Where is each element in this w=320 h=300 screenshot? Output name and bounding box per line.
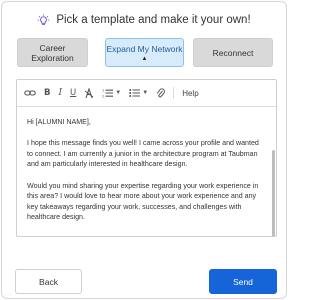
template-label: Reconnect [212,47,254,58]
message-editor[interactable]: B I U 1 2 ▼ ▼ Help Hi [ALUMNI NAME], I h… [16,79,277,237]
italic-icon[interactable]: I [58,86,62,100]
message-greeting: Hi [ALUMNI NAME], [27,118,91,126]
editor-scrollbar[interactable] [272,150,275,236]
template-label: Expand My Network [106,43,183,54]
lightbulb-icon [37,13,50,25]
editor-toolbar: B I U 1 2 ▼ ▼ Help [17,80,276,107]
svg-text:1: 1 [102,89,104,93]
clear-format-icon[interactable] [84,86,94,100]
message-paragraph: Would you mind sharing your expertise re… [27,181,259,222]
template-career-exploration[interactable]: Career Exploration [17,38,88,67]
bold-icon[interactable]: B [44,86,50,100]
svg-text:2: 2 [102,95,104,99]
template-label: Career Exploration [31,42,74,63]
chevron-down-icon: ▼ [142,90,149,96]
help-button[interactable]: Help [182,86,198,100]
link-icon[interactable] [24,86,36,100]
attachment-icon[interactable] [156,86,166,100]
toolbar-divider [173,87,175,99]
template-dialog: Pick a template and make it your own! Ca… [1,1,287,299]
template-expand-my-network[interactable]: Expand My Network ▲ [105,38,184,67]
back-button[interactable]: Back [15,269,82,294]
underline-icon[interactable]: U [70,86,76,100]
template-reconnect[interactable]: Reconnect [193,38,273,67]
send-button[interactable]: Send [209,269,277,294]
dialog-header: Pick a template and make it your own! [2,12,286,28]
message-paragraph: I hope this message finds you well! I ca… [27,139,259,169]
bullet-list-icon[interactable]: ▼ [129,86,148,100]
message-body[interactable]: Hi [ALUMNI NAME], I hope this message fi… [27,117,263,234]
chevron-down-icon: ▼ [115,90,122,96]
dialog-title: Pick a template and make it your own! [56,14,251,26]
numbered-list-icon[interactable]: 1 2 ▼ [102,86,121,100]
caret-up-icon: ▲ [141,55,148,62]
